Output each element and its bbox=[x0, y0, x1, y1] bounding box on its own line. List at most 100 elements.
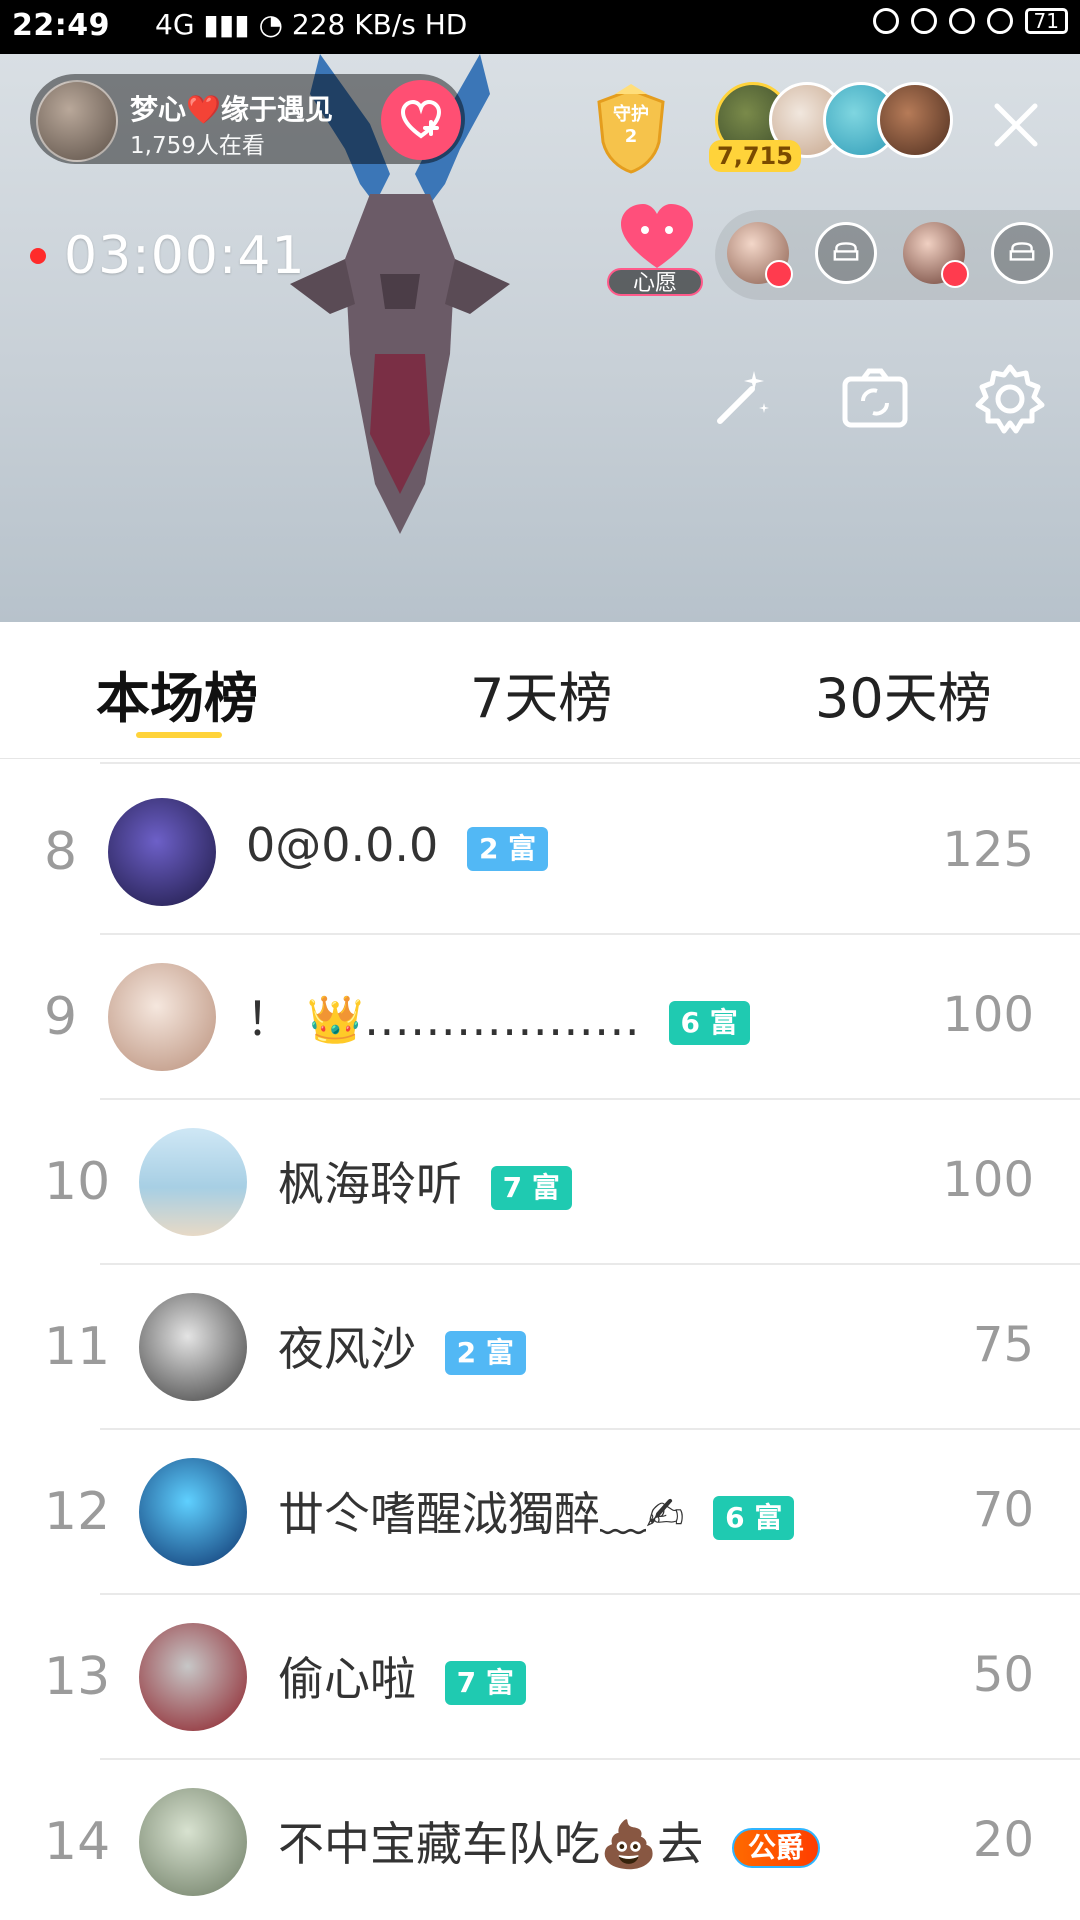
leaderboard-row[interactable]: 10 枫海聆听 7 富 100 bbox=[0, 1100, 1080, 1265]
alarm-icon bbox=[948, 8, 975, 34]
host-avatar[interactable] bbox=[36, 80, 118, 162]
row-name-text: 夜风沙 bbox=[278, 1322, 416, 1376]
row-avatar[interactable] bbox=[108, 963, 216, 1071]
guard-label: 守护 bbox=[613, 104, 649, 125]
row-rank: 14 bbox=[44, 1812, 111, 1872]
guard-text: 守护 2 bbox=[585, 104, 677, 148]
leaderboard-row[interactable]: 12 丗仒嗜醒泧獨醉﹏✍ 6 富 70 bbox=[0, 1430, 1080, 1595]
row-avatar[interactable] bbox=[139, 1293, 247, 1401]
mic-seat-empty[interactable] bbox=[991, 222, 1053, 284]
leaderboard-row[interactable]: 13 偷心啦 7 富 50 bbox=[0, 1595, 1080, 1760]
wealth-badge: 7 富 bbox=[490, 1165, 572, 1210]
row-avatar[interactable] bbox=[139, 1788, 247, 1896]
viewer-avatar[interactable] bbox=[877, 82, 953, 158]
row-avatar[interactable] bbox=[139, 1623, 247, 1731]
wish-heart-icon bbox=[621, 204, 693, 268]
net-speed: 228 KB/s bbox=[291, 8, 416, 41]
live-stream-area[interactable]: 梦心❤️缘于遇见 1,759人在看 守护 2 7,715 03:00:41 心愿 bbox=[0, 54, 1080, 622]
row-name: 枫海聆听 7 富 bbox=[278, 1148, 572, 1214]
close-button[interactable] bbox=[985, 94, 1047, 156]
status-right-icons: 71 bbox=[872, 8, 1068, 34]
follow-button[interactable] bbox=[381, 80, 461, 160]
mic-seat-occupied[interactable] bbox=[903, 222, 969, 288]
top-viewers[interactable]: 7,715 bbox=[709, 82, 955, 172]
wealth-badge: 7 富 bbox=[444, 1660, 526, 1705]
row-score: 100 bbox=[942, 1152, 1034, 1208]
camera-switch-icon bbox=[842, 368, 908, 428]
viewer-count-badge: 7,715 bbox=[709, 140, 801, 172]
leaderboard-row[interactable]: 9 ！ 👑……………… 6 富 100 bbox=[0, 935, 1080, 1100]
network-label: 4G bbox=[155, 8, 195, 41]
wish-label: 心愿 bbox=[607, 268, 703, 296]
row-score: 50 bbox=[972, 1647, 1034, 1703]
wealth-badge: 6 富 bbox=[668, 1000, 750, 1045]
recording-dot-icon bbox=[30, 248, 46, 264]
active-tab-indicator bbox=[136, 732, 222, 738]
live-timer: 03:00:41 bbox=[30, 226, 306, 286]
row-name: 偷心啦 7 富 bbox=[278, 1643, 526, 1709]
guard-badge[interactable]: 守护 2 bbox=[585, 84, 677, 176]
close-icon bbox=[994, 103, 1038, 147]
hd-label: HD bbox=[424, 8, 468, 41]
wealth-badge: 2 富 bbox=[466, 826, 549, 871]
tab-session[interactable]: 本场榜 bbox=[96, 654, 258, 733]
camera-switch-button[interactable] bbox=[835, 359, 915, 439]
row-avatar[interactable] bbox=[139, 1458, 247, 1566]
row-name-text: 丗仒嗜醒泧獨醉﹏✍ bbox=[278, 1487, 685, 1541]
row-score: 75 bbox=[972, 1317, 1034, 1373]
sofa-icon bbox=[1009, 242, 1035, 261]
magic-button[interactable] bbox=[700, 359, 780, 439]
list-divider bbox=[100, 762, 1080, 764]
tab-30-days[interactable]: 30天榜 bbox=[815, 654, 992, 733]
seat-sofa-icon bbox=[941, 260, 969, 288]
leaderboard-row[interactable]: 11 夜风沙 2 富 75 bbox=[0, 1265, 1080, 1430]
settings-button[interactable] bbox=[970, 359, 1050, 439]
leaderboard-row[interactable]: 8 0@0.0.0 2 富 125 bbox=[0, 770, 1080, 935]
lock-icon bbox=[910, 8, 937, 34]
row-rank: 11 bbox=[44, 1317, 111, 1377]
gear-icon bbox=[975, 364, 1045, 434]
row-name-text: 0@0.0.0 bbox=[246, 818, 439, 872]
row-name-text: ！ 👑……………… bbox=[246, 992, 640, 1046]
status-bar: 22:49 4G ▮▮▮ ◔ 228 KB/s HD 71 bbox=[0, 0, 1080, 54]
host-info-pill[interactable]: 梦心❤️缘于遇见 1,759人在看 bbox=[30, 74, 465, 164]
rank-title-badge: 公爵 bbox=[731, 1827, 820, 1868]
row-name: 夜风沙 2 富 bbox=[278, 1313, 526, 1379]
tab-7-days[interactable]: 7天榜 bbox=[470, 654, 612, 733]
row-rank: 8 bbox=[44, 822, 78, 882]
wifi-icon: ◔ bbox=[258, 8, 283, 41]
row-name-text: 不中宝藏车队吃💩去 bbox=[278, 1817, 704, 1871]
row-name-text: 枫海聆听 bbox=[278, 1157, 462, 1211]
leaderboard-list[interactable]: 8 0@0.0.0 2 富 125 9 ！ 👑……………… 6 富 100 10… bbox=[0, 762, 1080, 1920]
row-name: 不中宝藏车队吃💩去 公爵 bbox=[278, 1808, 820, 1874]
status-time: 22:49 bbox=[12, 8, 110, 43]
seat-sofa-icon bbox=[765, 260, 793, 288]
magic-wand-icon bbox=[717, 371, 769, 424]
status-net-speed: 4G ▮▮▮ ◔ 228 KB/s HD bbox=[155, 8, 467, 41]
row-avatar[interactable] bbox=[108, 798, 216, 906]
headset-icon bbox=[986, 8, 1013, 34]
host-name: 梦心❤️缘于遇见 bbox=[130, 93, 333, 126]
mic-seat-empty[interactable] bbox=[815, 222, 877, 284]
row-score: 70 bbox=[972, 1482, 1034, 1538]
row-rank: 12 bbox=[44, 1482, 111, 1542]
heart-plus-icon bbox=[400, 99, 442, 139]
guard-count: 2 bbox=[624, 126, 638, 147]
sofa-icon bbox=[833, 242, 859, 261]
leaderboard-row[interactable]: 14 不中宝藏车队吃💩去 公爵 20 bbox=[0, 1760, 1080, 1920]
row-score: 125 bbox=[942, 822, 1034, 878]
wish-button[interactable]: 心愿 bbox=[605, 202, 710, 302]
battery-indicator: 71 bbox=[1024, 8, 1068, 34]
mic-seat-strip[interactable] bbox=[715, 210, 1080, 300]
mic-seat-occupied[interactable] bbox=[727, 222, 793, 288]
row-name: ！ 👑……………… 6 富 bbox=[246, 983, 750, 1049]
row-name: 丗仒嗜醒泧獨醉﹏✍ 6 富 bbox=[278, 1478, 795, 1544]
row-name-text: 偷心啦 bbox=[278, 1652, 416, 1706]
leaderboard-tabs: 本场榜 7天榜 30天榜 bbox=[0, 622, 1080, 759]
row-avatar[interactable] bbox=[139, 1128, 247, 1236]
row-score: 100 bbox=[942, 987, 1034, 1043]
host-viewer-count: 1,759人在看 bbox=[130, 133, 265, 159]
signal-icon: ▮▮▮ bbox=[203, 8, 250, 41]
wealth-badge: 2 富 bbox=[444, 1330, 526, 1375]
wealth-badge: 6 富 bbox=[713, 1495, 795, 1540]
